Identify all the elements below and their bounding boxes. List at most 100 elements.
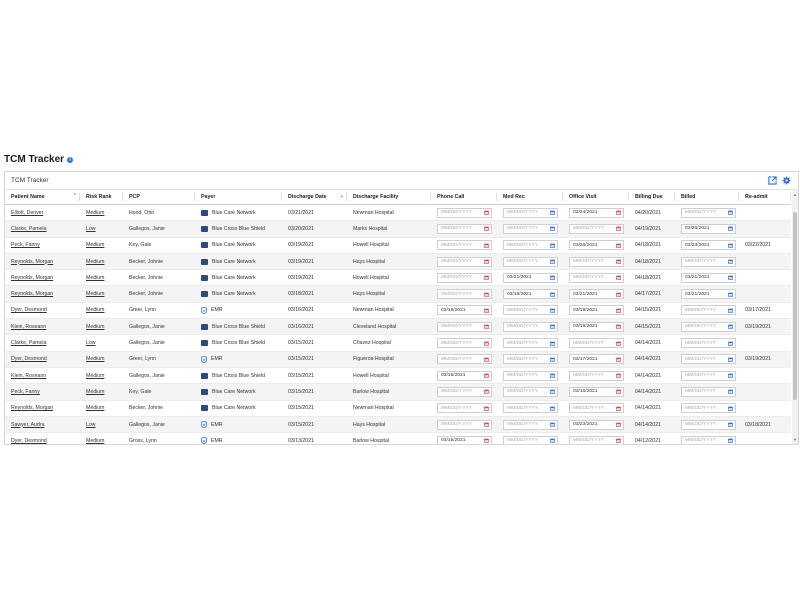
phone-date-input[interactable]: MM/DD/YYYY [437, 419, 492, 430]
patient-name-link[interactable]: Peck, Fanny [11, 389, 40, 395]
column-header-discharge-facility[interactable]: Discharge Facility [347, 190, 431, 205]
table-row[interactable]: Klein, Roseann Medium Gallegos, Janie Blue … [5, 367, 791, 385]
office-date-input[interactable]: 03/26/2021 [569, 240, 624, 251]
calendar-icon[interactable] [550, 406, 555, 411]
calendar-icon[interactable] [616, 357, 621, 362]
patient-name-link[interactable]: Peck, Fanny [11, 242, 40, 248]
table-row[interactable]: Reynolds, Morgan Medium Becker, Johnie Blue… [5, 285, 791, 303]
billed-date-input[interactable]: MM/DD/YYYY [681, 321, 736, 332]
column-header-pcp[interactable]: PCP [123, 190, 195, 205]
calendar-icon[interactable] [484, 243, 489, 248]
calendar-icon[interactable] [616, 373, 621, 378]
column-separator[interactable] [790, 193, 791, 201]
billed-date-input[interactable]: MM/DD/YYYY [681, 370, 736, 381]
calendar-icon[interactable] [484, 422, 489, 427]
calendar-icon[interactable] [728, 422, 733, 427]
external-link-icon[interactable] [768, 176, 777, 185]
calendar-icon[interactable] [550, 308, 555, 313]
risk-rank-link[interactable]: Medium [86, 356, 104, 362]
table-row[interactable]: Reynolds, Morgan Medium Becker, Johnie Blue… [5, 269, 791, 287]
table-row[interactable]: Peck, Fanny Medium Key, Gale Blue Care Netw… [5, 237, 791, 254]
gear-icon[interactable] [782, 176, 791, 185]
calendar-icon[interactable] [484, 226, 489, 232]
scroll-down-arrow[interactable]: ▼ [792, 437, 798, 443]
calendar-icon[interactable] [550, 226, 555, 232]
phone-date-input[interactable]: MM/DD/YYYY [437, 354, 492, 365]
billed-date-input[interactable]: 03/26/2021 [681, 223, 736, 234]
patient-name-link[interactable]: Clarke, Pamela [11, 226, 46, 232]
column-header-risk-rank[interactable]: Risk Rank [80, 190, 123, 205]
phone-date-input[interactable]: 03/15/2021 [437, 435, 492, 444]
calendar-icon[interactable] [550, 389, 555, 395]
calendar-icon[interactable] [728, 226, 733, 232]
calendar-icon[interactable] [484, 259, 489, 264]
medrec-date-input[interactable]: MM/DD/YYYY [503, 354, 558, 365]
office-date-input[interactable]: MM/DD/YYYY [569, 272, 624, 283]
calendar-icon[interactable] [616, 275, 621, 281]
calendar-icon[interactable] [616, 406, 621, 411]
risk-rank-link[interactable]: Medium [86, 373, 104, 379]
table-row[interactable]: Elliott, Denver Medium Hood, Otto Blue Care… [5, 204, 791, 222]
calendar-icon[interactable] [550, 243, 555, 248]
table-row[interactable]: Dyer, Desmond Medium Greer, Lynn EMR 03/15/2… [5, 351, 791, 368]
calendar-icon[interactable] [484, 406, 489, 411]
calendar-icon[interactable] [616, 389, 621, 395]
table-row[interactable]: Dyer, Desmond Medium Gross, Lynn EMR 03/13/2… [5, 432, 791, 444]
office-date-input[interactable]: MM/DD/YYYY [569, 403, 624, 414]
risk-rank-link[interactable]: Low [86, 226, 96, 232]
calendar-icon[interactable] [616, 324, 621, 330]
calendar-icon[interactable] [616, 292, 621, 297]
phone-date-input[interactable]: MM/DD/YYYY [437, 289, 492, 300]
table-row[interactable]: Clarke, Pamela Low Gallegos, Janie Blue Cro… [5, 334, 791, 352]
calendar-icon[interactable] [616, 210, 621, 215]
billed-date-input[interactable]: 03/21/2021 [681, 272, 736, 283]
patient-name-link[interactable]: Dyer, Desmond [11, 438, 47, 444]
patient-name-link[interactable]: Reynolds, Morgan [11, 275, 53, 281]
office-date-input[interactable]: 03/24/2021 [569, 207, 624, 218]
office-date-input[interactable]: 03/23/2021 [569, 419, 624, 430]
calendar-icon[interactable] [728, 308, 733, 313]
table-row[interactable]: Dyer, Desmond Medium Greer, Lynn EMR 03/16/2… [5, 302, 791, 320]
table-row[interactable]: Reynolds, Morgan Medium Becker, Johnie Blue… [5, 253, 791, 271]
patient-name-link[interactable]: Reynolds, Morgan [11, 405, 53, 411]
medrec-date-input[interactable]: MM/DD/YYYY [503, 403, 558, 414]
scroll-up-arrow[interactable]: ▲ [792, 192, 798, 198]
column-header-billing-due[interactable]: Billing Due [629, 190, 675, 205]
patient-name-link[interactable]: Klein, Roseann [11, 373, 46, 379]
medrec-date-input[interactable]: MM/DD/YYYY [503, 223, 558, 234]
billed-date-input[interactable]: MM/DD/YYYY [681, 305, 736, 316]
calendar-icon[interactable] [550, 292, 555, 297]
phone-date-input[interactable]: MM/DD/YYYY [437, 403, 492, 414]
calendar-icon[interactable] [728, 259, 733, 264]
sort-descending-icon[interactable]: ⌄ [340, 193, 344, 199]
phone-date-input[interactable]: MM/DD/YYYY [437, 321, 492, 332]
calendar-icon[interactable] [484, 341, 489, 346]
column-header-re-admit[interactable]: Re-admit [739, 190, 791, 205]
risk-rank-link[interactable]: Medium [86, 242, 104, 248]
office-date-input[interactable]: 03/19/2021 [569, 305, 624, 316]
table-row[interactable]: Sawyer, Audra Low Gallegos, Janie EMR 03/15/… [5, 416, 791, 434]
office-date-input[interactable]: 03/21/2021 [569, 289, 624, 300]
medrec-date-input[interactable]: 03/21/2021 [503, 272, 558, 283]
calendar-icon[interactable] [550, 373, 555, 378]
billed-date-input[interactable]: MM/DD/YYYY [681, 419, 736, 430]
table-row[interactable]: Clarke, Pamela Low Gallegos, Janie Blue Cro… [5, 220, 791, 238]
calendar-icon[interactable] [550, 357, 555, 362]
risk-rank-link[interactable]: Medium [86, 405, 104, 411]
column-header-phone-call[interactable]: Phone Call [431, 190, 497, 205]
risk-rank-link[interactable]: Medium [86, 324, 104, 330]
office-date-input[interactable]: MM/DD/YYYY [569, 435, 624, 444]
calendar-icon[interactable] [484, 275, 489, 281]
medrec-date-input[interactable]: MM/DD/YYYY [503, 386, 558, 397]
calendar-icon[interactable] [728, 357, 733, 362]
calendar-icon[interactable] [728, 389, 733, 395]
calendar-icon[interactable] [728, 292, 733, 297]
calendar-icon[interactable] [616, 243, 621, 248]
calendar-icon[interactable] [728, 210, 733, 215]
medrec-date-input[interactable]: MM/DD/YYYY [503, 256, 558, 267]
calendar-icon[interactable] [728, 324, 733, 330]
info-icon[interactable]: i [67, 156, 74, 163]
medrec-date-input[interactable]: MM/DD/YYYY [503, 435, 558, 444]
column-header-office-visit[interactable]: Office Visit [563, 190, 629, 205]
risk-rank-link[interactable]: Medium [86, 307, 104, 313]
